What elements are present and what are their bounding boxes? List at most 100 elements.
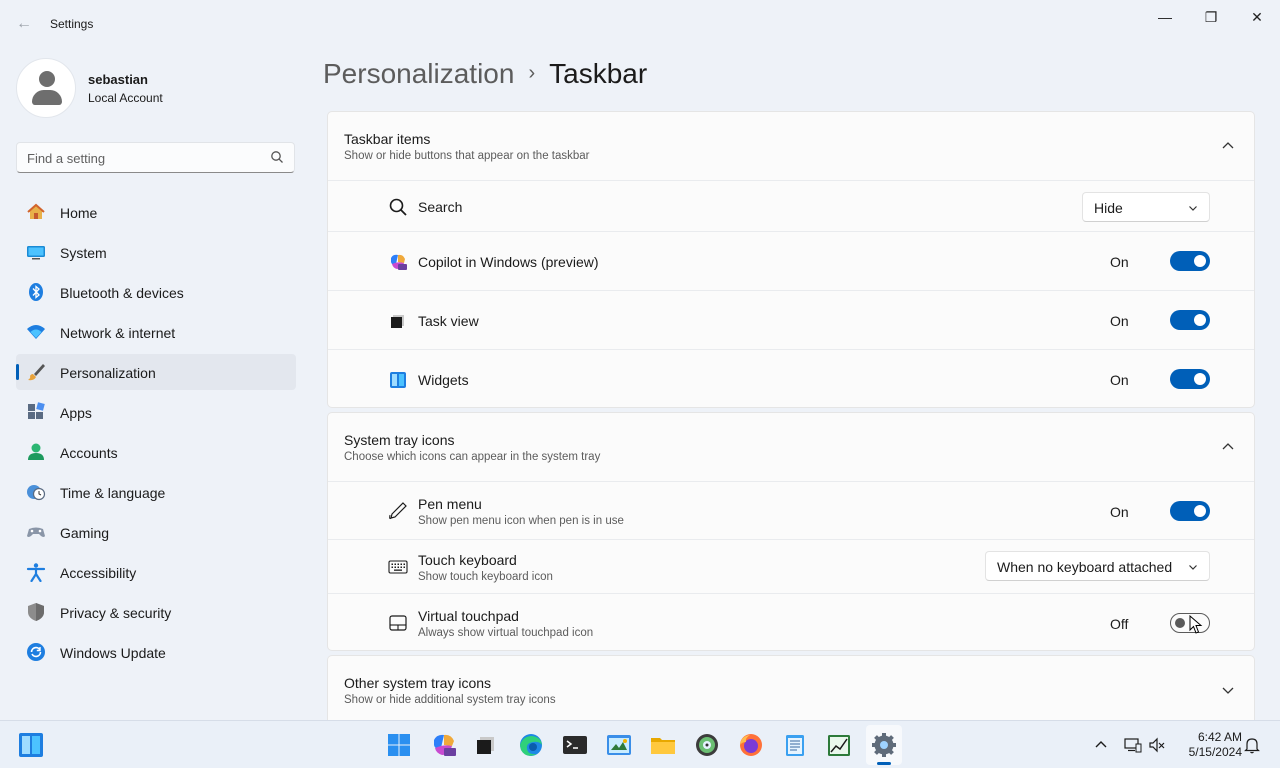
- network-monitor-icon[interactable]: [1124, 736, 1142, 754]
- setting-label: Copilot in Windows (preview): [418, 254, 599, 270]
- system-tray-section: System tray icons Choose which icons can…: [327, 412, 1255, 651]
- other-tray-header[interactable]: Other system tray icons Show or hide add…: [328, 656, 1254, 724]
- firefox-icon[interactable]: [737, 731, 765, 759]
- dropdown-value: Hide: [1094, 200, 1123, 216]
- taskbar-items-section: Taskbar items Show or hide buttons that …: [327, 111, 1255, 408]
- search-input[interactable]: [27, 149, 267, 167]
- touch-keyboard-dropdown[interactable]: When no keyboard attached: [985, 551, 1210, 581]
- shield-icon: [28, 603, 44, 621]
- sidebar-item-system[interactable]: System: [16, 234, 296, 270]
- sidebar-item-label: Gaming: [60, 525, 110, 541]
- setting-label: Virtual touchpad: [418, 608, 519, 624]
- sidebar-item-apps[interactable]: Apps: [16, 394, 296, 430]
- system-tray-header[interactable]: System tray icons Choose which icons can…: [328, 413, 1254, 481]
- chevron-down-icon: [1189, 206, 1197, 211]
- system-icon: [27, 246, 45, 260]
- sidebar-item-label: Personalization: [60, 365, 156, 381]
- sidebar-item-label: System: [60, 245, 107, 261]
- other-tray-section: Other system tray icons Show or hide add…: [327, 655, 1255, 723]
- touch-keyboard-setting-row: Touch keyboard Show touch keyboard icon …: [328, 539, 1254, 593]
- setting-label: Touch keyboard: [418, 552, 517, 568]
- copilot-icon[interactable]: [430, 731, 458, 759]
- volume-muted-icon[interactable]: [1148, 736, 1166, 754]
- setting-label: Task view: [418, 313, 479, 329]
- system-clock[interactable]: 6:42 AM 5/15/2024: [1176, 730, 1242, 760]
- chevron-down-icon[interactable]: [1220, 682, 1236, 698]
- terminal-icon[interactable]: [561, 731, 589, 759]
- setting-label: Pen menu: [418, 496, 482, 512]
- title-bar: ← Settings — ❐ ✕: [0, 0, 1280, 48]
- start-icon[interactable]: [385, 731, 413, 759]
- sidebar-item-accessibility[interactable]: Accessibility: [16, 554, 296, 590]
- home-icon: [27, 203, 45, 219]
- close-button[interactable]: ✕: [1234, 6, 1280, 28]
- chevron-up-icon[interactable]: [1092, 736, 1110, 754]
- paintbrush-icon: [28, 364, 45, 381]
- sidebar-item-label: Accessibility: [60, 565, 137, 581]
- sidebar-item-privacy-security[interactable]: Privacy & security: [16, 594, 296, 630]
- copilot-icon: [391, 254, 407, 270]
- settings-search-box[interactable]: [16, 142, 295, 173]
- sidebar-item-label: Home: [60, 205, 98, 221]
- sidebar-item-personalization[interactable]: Personalization: [16, 354, 296, 390]
- sidebar-nav: Home System Bluetooth & devices Network …: [16, 194, 296, 674]
- task-view-icon: [391, 315, 404, 328]
- restore-button[interactable]: ❐: [1188, 6, 1234, 28]
- active-app-indicator: [877, 762, 891, 765]
- wifi-icon: [27, 325, 45, 339]
- minimize-button[interactable]: —: [1142, 6, 1188, 28]
- accessibility-icon: [26, 563, 46, 582]
- copilot-setting-row: Copilot in Windows (preview) On: [328, 231, 1254, 290]
- settings-icon[interactable]: [870, 731, 898, 759]
- sidebar-item-network[interactable]: Network & internet: [16, 314, 296, 350]
- touchpad-icon: [389, 615, 407, 631]
- section-subtitle: Show or hide additional system tray icon…: [344, 694, 556, 706]
- accounts-icon: [28, 443, 44, 460]
- sidebar-item-accounts[interactable]: Accounts: [16, 434, 296, 470]
- paint-icon[interactable]: [605, 731, 633, 759]
- search-setting-row: Search Hide: [328, 180, 1254, 231]
- notification-bell-icon[interactable]: [1243, 736, 1261, 754]
- pen-icon: [389, 502, 407, 520]
- breadcrumb-parent[interactable]: Personalization: [323, 58, 514, 89]
- notepad-icon[interactable]: [781, 731, 809, 759]
- file-explorer-icon[interactable]: [649, 731, 677, 759]
- back-arrow-icon[interactable]: ←: [14, 14, 34, 34]
- sidebar-item-time-language[interactable]: Time & language: [16, 474, 296, 510]
- avatar: [16, 58, 76, 118]
- edge-icon[interactable]: [517, 731, 545, 759]
- sidebar-item-label: Privacy & security: [60, 605, 172, 621]
- sidebar-item-home[interactable]: Home: [16, 194, 296, 230]
- search-mode-dropdown[interactable]: Hide: [1082, 192, 1210, 222]
- search-icon[interactable]: [270, 150, 284, 164]
- sidebar-item-label: Time & language: [60, 485, 166, 501]
- toggle-state-label: On: [1110, 313, 1129, 329]
- sidebar-item-gaming[interactable]: Gaming: [16, 514, 296, 550]
- sidebar-item-label: Accounts: [60, 445, 118, 461]
- toggle-state-label: On: [1110, 504, 1129, 520]
- widgets-board-icon[interactable]: [18, 732, 44, 758]
- copilot-toggle[interactable]: [1170, 251, 1210, 271]
- breadcrumb-separator: ›: [528, 62, 536, 84]
- media-icon[interactable]: [693, 731, 721, 759]
- windows-taskbar: 6:42 AM 5/15/2024: [0, 720, 1280, 768]
- task-view-setting-row: Task view On: [328, 290, 1254, 349]
- task-view-toggle[interactable]: [1170, 310, 1210, 330]
- toggle-state-label: On: [1110, 254, 1129, 270]
- dropdown-value: When no keyboard attached: [997, 559, 1173, 575]
- widgets-toggle[interactable]: [1170, 369, 1210, 389]
- chart-app-icon[interactable]: [825, 731, 853, 759]
- sidebar-item-bluetooth[interactable]: Bluetooth & devices: [16, 274, 296, 310]
- toggle-state-label: On: [1110, 372, 1129, 388]
- widgets-icon: [390, 372, 406, 388]
- setting-description: Always show virtual touchpad icon: [418, 627, 594, 639]
- sidebar-item-windows-update[interactable]: Windows Update: [16, 634, 296, 670]
- pen-menu-toggle[interactable]: [1170, 501, 1210, 521]
- user-profile[interactable]: sebastian Local Account: [16, 58, 306, 118]
- taskbar-items-header[interactable]: Taskbar items Show or hide buttons that …: [328, 112, 1254, 180]
- chevron-up-icon[interactable]: [1220, 439, 1236, 455]
- update-icon: [27, 643, 45, 661]
- virtual-touchpad-setting-row: Virtual touchpad Always show virtual tou…: [328, 593, 1254, 651]
- task-view-icon[interactable]: [472, 731, 500, 759]
- chevron-up-icon[interactable]: [1220, 138, 1236, 154]
